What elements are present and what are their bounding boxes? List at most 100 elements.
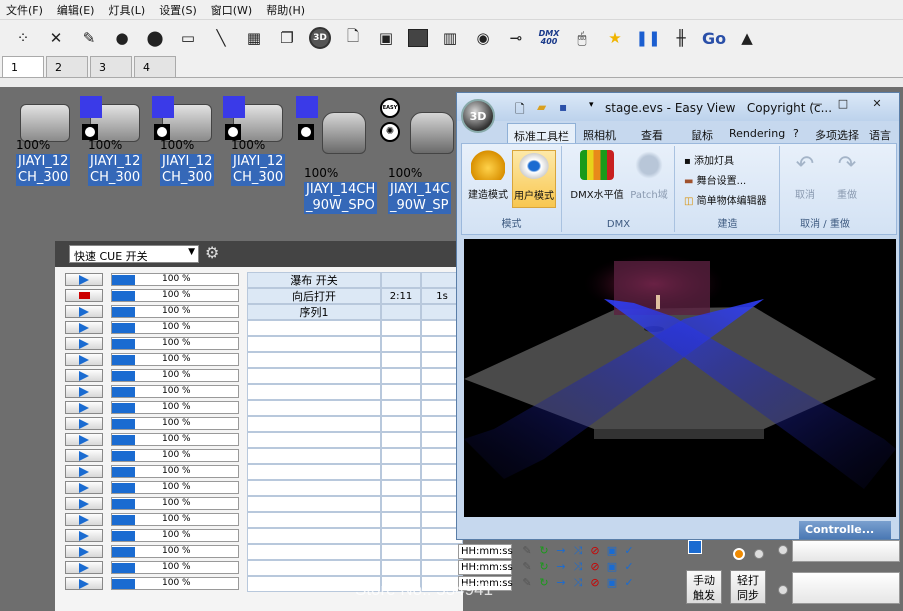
cue-row[interactable]: 100 % <box>55 384 463 400</box>
tab-2[interactable]: 2 <box>46 56 88 77</box>
cue-row[interactable]: 100 % <box>55 544 463 560</box>
cue-name-cell[interactable]: 序列1 <box>247 304 381 320</box>
undo-button[interactable]: ↶ 取消 <box>783 150 827 201</box>
pause-icon[interactable]: ❚❚ <box>635 27 660 49</box>
patch-button[interactable]: Patch域 <box>627 150 671 201</box>
fixture-dots-icon[interactable]: ⁘ <box>12 27 34 49</box>
3d-view-button[interactable]: 3D <box>309 27 331 49</box>
cue-time-cell[interactable] <box>381 448 421 464</box>
cue-name-cell[interactable] <box>247 384 381 400</box>
cue-name-cell[interactable]: 瀑布 开关 <box>247 272 381 288</box>
cue-row[interactable]: 100 % <box>55 464 463 480</box>
arrow-right-icon[interactable]: → <box>554 544 568 559</box>
cue-mode-select[interactable]: 快速 CUE 开关 ▼ <box>69 245 199 263</box>
arrow-right-icon[interactable]: → <box>554 560 568 575</box>
tab-multi-select[interactable]: 多项选择 <box>815 127 859 143</box>
shuffle-icon[interactable]: ⤨ <box>571 576 585 591</box>
line-icon[interactable]: ╲ <box>210 27 232 49</box>
circle-icon[interactable]: ● <box>111 27 133 49</box>
cue-name-cell[interactable] <box>247 336 381 352</box>
go-button[interactable]: Go <box>702 27 726 49</box>
info-icon[interactable]: ▣ <box>605 560 619 575</box>
cue-time-cell[interactable] <box>381 480 421 496</box>
refresh-icon[interactable]: ↻ <box>537 560 551 575</box>
warning-icon[interactable]: ▲ <box>736 27 758 49</box>
slider-track[interactable] <box>792 540 900 562</box>
cue-time-cell[interactable] <box>381 432 421 448</box>
stop-button[interactable] <box>65 289 103 302</box>
cue-row[interactable]: 100 % <box>55 400 463 416</box>
cue-time-cell[interactable] <box>381 496 421 512</box>
cue-time-cell[interactable] <box>381 368 421 384</box>
manual-trigger-button[interactable]: 手动 触发 <box>686 570 722 604</box>
cue-level-bar[interactable]: 100 % <box>111 433 239 446</box>
cue-row[interactable]: 100 % <box>55 480 463 496</box>
cue-name-cell[interactable] <box>247 544 381 560</box>
refresh-icon[interactable]: ↻ <box>537 544 551 559</box>
mute-icon[interactable]: ⊘ <box>588 576 602 591</box>
cue-fade-cell[interactable] <box>421 560 463 576</box>
cue-level-bar[interactable]: 100 % <box>111 385 239 398</box>
tab-help[interactable]: ? <box>793 127 799 140</box>
cue-row[interactable]: 100 % <box>55 368 463 384</box>
edit-icon[interactable]: ✎ <box>520 544 534 559</box>
user-mode-button[interactable]: 用户模式 <box>512 150 556 208</box>
check-icon[interactable]: ✓ <box>622 560 636 575</box>
play-button[interactable] <box>65 545 103 558</box>
layers-icon[interactable]: ❐ <box>276 27 298 49</box>
cue-name-cell[interactable] <box>247 528 381 544</box>
cue-level-bar[interactable]: 100 % <box>111 353 239 366</box>
cue-time-cell[interactable] <box>381 528 421 544</box>
rectangle-shape-icon[interactable]: ▭ <box>177 27 199 49</box>
cue-level-bar[interactable]: 100 % <box>111 449 239 462</box>
dmx-level-button[interactable]: DMX水平值 <box>569 150 625 201</box>
gear-icon[interactable]: ⚙ <box>205 243 219 262</box>
add-fixture-button[interactable]: ▪ 添加灯具 <box>684 152 734 167</box>
menu-settings[interactable]: 设置(S) <box>159 2 197 18</box>
cue-row[interactable]: 100 % <box>55 320 463 336</box>
tab-1[interactable]: 1 <box>2 56 44 78</box>
play-button[interactable] <box>65 561 103 574</box>
build-mode-button[interactable]: 建造模式 <box>466 150 510 201</box>
cue-time-cell[interactable] <box>381 464 421 480</box>
menu-file[interactable]: 文件(F) <box>6 2 43 18</box>
tap-sync-button[interactable]: 轻打 同步 <box>730 570 766 604</box>
play-button[interactable] <box>65 497 103 510</box>
pen-icon[interactable]: ✎ <box>78 27 100 49</box>
cue-level-bar[interactable]: 100 % <box>111 561 239 574</box>
cue-time-cell[interactable] <box>381 560 421 576</box>
app-orb-button[interactable]: 3D <box>461 99 495 133</box>
radio[interactable] <box>778 585 788 595</box>
maximize-button[interactable]: □ <box>831 97 855 111</box>
menu-fixtures[interactable]: 灯具(L) <box>108 2 145 18</box>
cue-name-cell[interactable] <box>247 560 381 576</box>
cue-time-cell[interactable] <box>381 320 421 336</box>
cue-row[interactable]: 100 % 瀑布 开关 <box>55 272 463 288</box>
tab-4[interactable]: 4 <box>134 56 176 77</box>
shuffle-icon[interactable]: ⤨ <box>571 560 585 575</box>
keyboard-icon[interactable] <box>408 29 428 47</box>
speaker-icon[interactable]: ◉ <box>472 27 494 49</box>
open-folder-icon[interactable]: ▰ <box>537 100 546 114</box>
cue-time-cell[interactable] <box>381 272 421 288</box>
cue-level-bar[interactable]: 100 % <box>111 289 239 302</box>
edit-icon[interactable]: ✎ <box>520 560 534 575</box>
tab-standard-toolbar[interactable]: 标准工具栏 <box>507 123 576 143</box>
cue-name-cell[interactable] <box>247 320 381 336</box>
play-button[interactable] <box>65 353 103 366</box>
cue-level-bar[interactable]: 100 % <box>111 273 239 286</box>
cue-row[interactable]: 100 % 序列1 <box>55 304 463 320</box>
time-field[interactable]: HH:mm:ss <box>458 560 513 575</box>
cue-level-bar[interactable]: 100 % <box>111 369 239 382</box>
info-icon[interactable]: ▣ <box>605 576 619 591</box>
cue-level-bar[interactable]: 100 % <box>111 577 239 590</box>
refresh-icon[interactable]: ↻ <box>537 576 551 591</box>
mute-icon[interactable]: ⊘ <box>588 544 602 559</box>
play-button[interactable] <box>65 417 103 430</box>
play-button[interactable] <box>65 401 103 414</box>
cue-level-bar[interactable]: 100 % <box>111 545 239 558</box>
menu-edit[interactable]: 编辑(E) <box>57 2 95 18</box>
mouse-icon[interactable]: 🖱 <box>571 27 593 49</box>
close-button[interactable]: ✕ <box>865 97 889 111</box>
dmx-400-button[interactable]: DMX 400 <box>538 27 560 49</box>
